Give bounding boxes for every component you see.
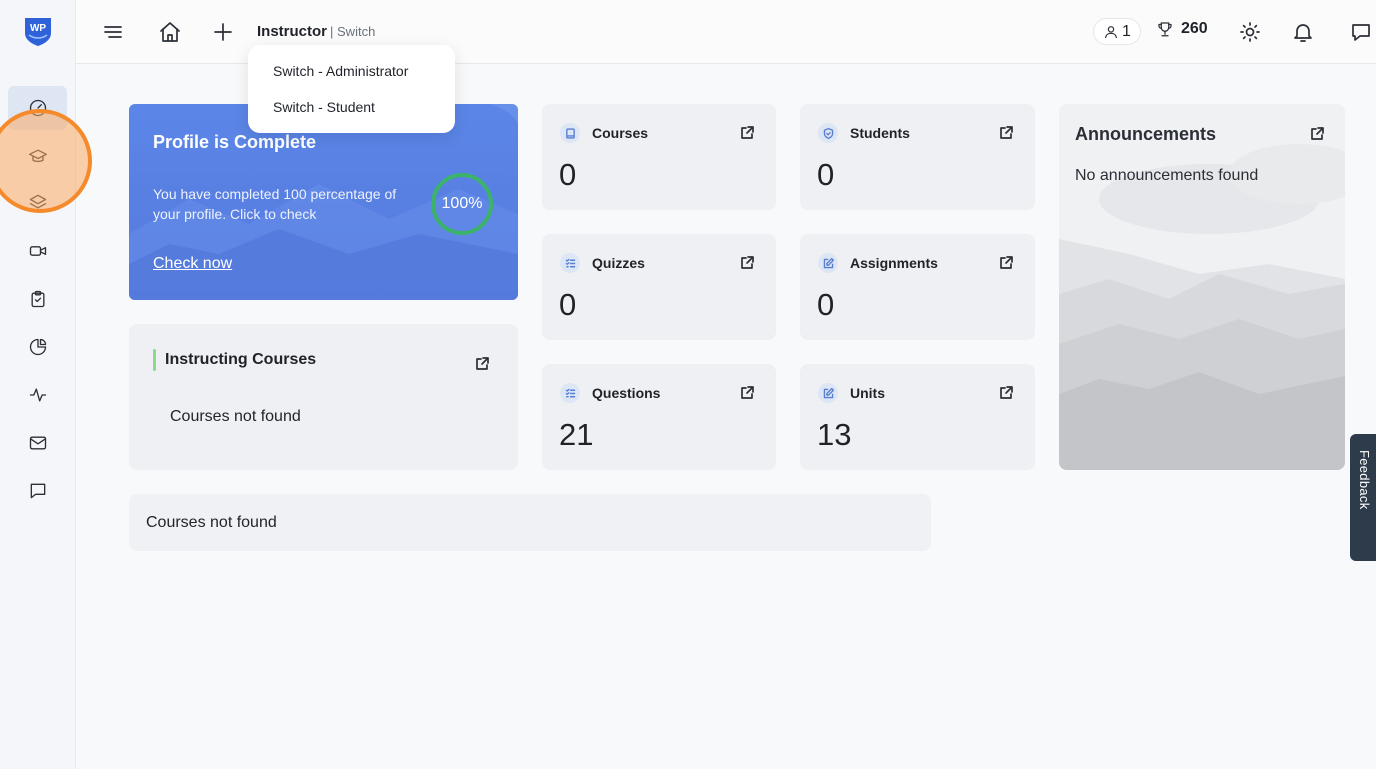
external-link-icon[interactable] bbox=[474, 356, 490, 372]
book-icon bbox=[560, 123, 580, 143]
role-switch-link[interactable]: | Switch bbox=[330, 24, 375, 39]
stat-value: 21 bbox=[559, 417, 594, 452]
notifications-button[interactable] bbox=[1291, 20, 1315, 44]
external-link-icon[interactable] bbox=[1309, 126, 1325, 142]
check-now-link[interactable]: Check now bbox=[153, 255, 232, 273]
stat-label: Assignments bbox=[850, 255, 938, 271]
menu-item-switch-student[interactable]: Switch - Student bbox=[273, 99, 375, 115]
progress-percent: 100% bbox=[441, 195, 483, 212]
stat-value: 0 bbox=[817, 157, 835, 192]
stat-value: 0 bbox=[817, 287, 835, 322]
role-switcher[interactable]: Instructor | Switch bbox=[257, 23, 375, 40]
stat-label: Questions bbox=[592, 385, 661, 401]
stat-card-students[interactable]: Students 0 bbox=[800, 104, 1035, 210]
stat-value: 0 bbox=[559, 157, 577, 192]
announcements-title: Announcements bbox=[1075, 124, 1217, 144]
edit-icon bbox=[818, 383, 838, 403]
menu-item-switch-administrator[interactable]: Switch - Administrator bbox=[273, 63, 408, 79]
activity-icon bbox=[29, 388, 46, 402]
external-link-icon[interactable] bbox=[998, 385, 1014, 401]
trophy-icon bbox=[1158, 22, 1172, 37]
clipboard-check-icon bbox=[31, 290, 44, 308]
external-link-icon[interactable] bbox=[998, 255, 1014, 271]
list-check-icon bbox=[560, 383, 580, 403]
points-value: 260 bbox=[1181, 20, 1208, 37]
menu-icon bbox=[104, 26, 122, 38]
stat-label: Courses bbox=[592, 125, 649, 141]
stat-card-assignments[interactable]: Assignments 0 bbox=[800, 234, 1035, 340]
profile-description: You have completed 100 percentage of you… bbox=[153, 186, 397, 222]
video-icon bbox=[29, 246, 46, 256]
external-link-icon[interactable] bbox=[998, 125, 1014, 141]
announcements-card: Announcements No announcements found bbox=[1059, 104, 1345, 470]
logo-text: WP bbox=[30, 23, 46, 34]
points-badge[interactable]: 260 bbox=[1156, 20, 1208, 38]
users-count: 1 bbox=[1122, 22, 1131, 40]
click-highlight bbox=[0, 109, 92, 213]
external-link-icon[interactable] bbox=[739, 385, 755, 401]
add-button[interactable] bbox=[211, 20, 235, 44]
stat-label: Quizzes bbox=[592, 255, 645, 271]
bell-icon bbox=[1294, 24, 1312, 42]
theme-toggle[interactable] bbox=[1238, 20, 1262, 44]
mountain-illustration bbox=[1059, 144, 1345, 470]
switch-role-menu: Switch - Administrator Switch - Student bbox=[248, 45, 455, 133]
stat-value: 13 bbox=[817, 417, 852, 452]
feedback-label[interactable]: Feedback bbox=[1357, 450, 1372, 510]
stat-value: 0 bbox=[559, 287, 577, 322]
stat-card-quizzes[interactable]: Quizzes 0 bbox=[542, 234, 776, 340]
menu-button[interactable] bbox=[101, 20, 125, 44]
edit-icon bbox=[818, 253, 838, 273]
external-link-icon[interactable] bbox=[739, 125, 755, 141]
section-accent-bar bbox=[153, 349, 156, 371]
courses-list-card: Courses not found bbox=[129, 494, 931, 551]
stat-label: Students bbox=[850, 125, 910, 141]
profile-title: Profile is Complete bbox=[153, 132, 317, 152]
instructing-courses-title: Instructing Courses bbox=[165, 351, 317, 368]
stat-card-units[interactable]: Units 13 bbox=[800, 364, 1035, 470]
user-icon bbox=[1105, 25, 1117, 38]
sun-icon bbox=[1240, 22, 1260, 42]
list-check-icon bbox=[560, 253, 580, 273]
shield-icon bbox=[818, 123, 838, 143]
users-online-badge[interactable]: 1 bbox=[1093, 18, 1141, 45]
instructing-courses-card: Instructing Courses Courses not found bbox=[129, 324, 518, 470]
announcements-empty-text: No announcements found bbox=[1075, 167, 1259, 184]
sidebar-item-activity[interactable] bbox=[8, 373, 67, 417]
sidebar-item-messages[interactable] bbox=[8, 421, 67, 465]
courses-empty-text: Courses not found bbox=[146, 514, 277, 531]
external-link-icon[interactable] bbox=[739, 255, 755, 271]
plus-icon bbox=[214, 23, 232, 41]
app-logo[interactable]: WP bbox=[22, 15, 54, 47]
role-label: Instructor bbox=[257, 23, 328, 40]
sidebar-item-reports[interactable] bbox=[8, 325, 67, 369]
stat-card-questions[interactable]: Questions 21 bbox=[542, 364, 776, 470]
stat-label: Units bbox=[850, 385, 885, 401]
instructing-courses-empty: Courses not found bbox=[170, 408, 301, 425]
mail-icon bbox=[29, 436, 46, 450]
chat-icon bbox=[1352, 24, 1370, 41]
chat-button[interactable] bbox=[1349, 20, 1373, 44]
message-icon bbox=[30, 483, 45, 499]
sidebar-item-assignments[interactable] bbox=[8, 277, 67, 321]
home-icon bbox=[160, 22, 180, 42]
sidebar-item-chat[interactable] bbox=[8, 469, 67, 513]
pie-chart-icon bbox=[29, 338, 46, 356]
home-button[interactable] bbox=[158, 20, 182, 44]
stat-card-courses[interactable]: Courses 0 bbox=[542, 104, 776, 210]
sidebar-item-video[interactable] bbox=[8, 229, 67, 273]
profile-completion-card[interactable]: Profile is Complete You have completed 1… bbox=[129, 104, 518, 300]
